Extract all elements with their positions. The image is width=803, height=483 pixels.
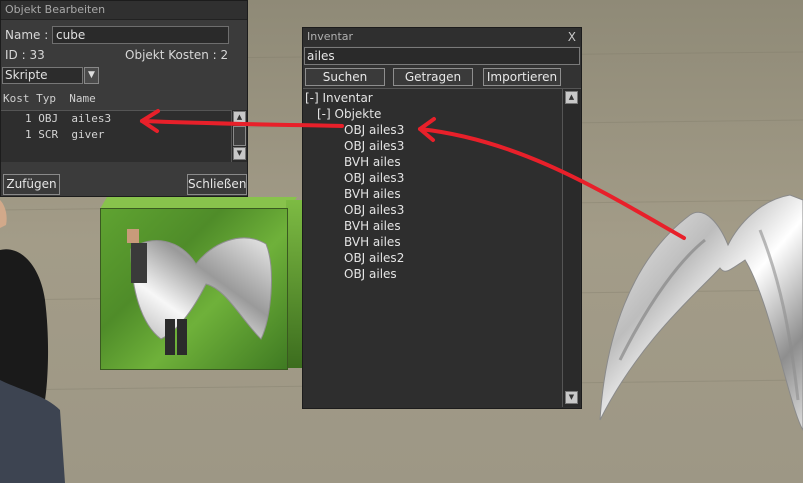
scroll-down-icon[interactable]: ▼ [233, 147, 246, 160]
tree-item[interactable]: BVH ailes [344, 154, 401, 170]
object-cost-label: Objekt Kosten : 2 [125, 48, 229, 62]
tree-item[interactable]: OBJ ailes3 [344, 122, 404, 138]
tree-item[interactable]: OBJ ailes2 [344, 250, 404, 266]
scroll-up-icon[interactable]: ▲ [565, 91, 578, 104]
object-name-input[interactable] [52, 26, 229, 44]
inventory-scrollbar[interactable]: ▲ ▼ [562, 89, 580, 407]
tree-item[interactable]: BVH ailes [344, 218, 401, 234]
tree-item[interactable]: OBJ ailes3 [344, 202, 404, 218]
inventory-search-input[interactable] [304, 47, 580, 65]
script-list-scrollbar[interactable]: ▲ ▼ [231, 110, 247, 162]
list-item[interactable]: 1 OBJ ailes3 [1, 111, 231, 127]
inventory-panel: Inventar X Suchen Getragen Importieren [… [302, 27, 582, 409]
tree-folder-objekte[interactable]: [-] Objekte [317, 106, 381, 122]
close-button[interactable]: Schließen [187, 174, 247, 195]
inventory-tree: [-] Inventar [-] Objekte OBJ ailes3 OBJ … [303, 88, 581, 408]
tree-root-inventar[interactable]: [-] Inventar [305, 90, 373, 106]
cube-side-face [286, 200, 302, 368]
name-label: Name : [5, 28, 49, 42]
script-list-header: Kost Typ Name [3, 92, 96, 105]
cube-wings-texture [127, 229, 272, 355]
tree-item[interactable]: BVH ailes [344, 186, 401, 202]
object-edit-panel: Objekt Bearbeiten Name : ID : 33 Objekt … [0, 0, 248, 197]
tree-item[interactable]: OBJ ailes3 [344, 138, 404, 154]
object-edit-title: Objekt Bearbeiten [1, 1, 247, 20]
scroll-thumb[interactable] [233, 126, 246, 146]
scroll-down-icon[interactable]: ▼ [565, 391, 578, 404]
chevron-down-icon[interactable]: ▼ [84, 67, 99, 84]
search-button[interactable]: Suchen [305, 68, 385, 86]
script-list: 1 OBJ ailes3 1 SCR giver [1, 110, 231, 162]
scroll-up-icon[interactable]: ▲ [233, 111, 246, 124]
tree-item[interactable]: BVH ailes [344, 234, 401, 250]
inventory-title: Inventar [307, 30, 354, 43]
import-button[interactable]: Importieren [483, 68, 561, 86]
worn-button[interactable]: Getragen [393, 68, 473, 86]
close-icon[interactable]: X [568, 28, 576, 46]
object-id-label: ID : 33 [5, 48, 45, 62]
tree-item[interactable]: OBJ ailes [344, 266, 397, 282]
add-button[interactable]: Zufügen [3, 174, 60, 195]
list-item[interactable]: 1 SCR giver [1, 127, 231, 143]
category-dropdown[interactable]: Skripte [2, 67, 83, 84]
tree-item[interactable]: OBJ ailes3 [344, 170, 404, 186]
cube-object [100, 208, 288, 370]
inventory-title-bar: Inventar X [303, 28, 581, 46]
